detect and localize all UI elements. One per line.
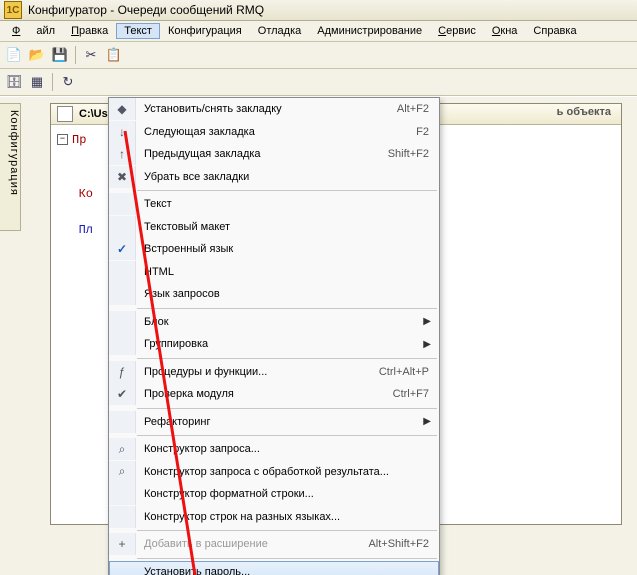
menu-item-set-bookmark[interactable]: ◆ Установить/снять закладкуAlt+F2 [109,98,439,121]
menu-text[interactable]: Текст [116,23,160,39]
menu-item-text-template[interactable]: Текстовый макет [109,216,439,239]
query-ctor-icon: ⌕ [109,438,136,460]
menu-item-set-password[interactable]: Установить пароль... [109,561,439,575]
menu-item-refactor[interactable]: Рефакторинг▶ [109,411,439,434]
menu-item-add-ext: +Добавить в расширениеAlt+Shift+F2 [109,533,439,556]
menu-help[interactable]: Справка [525,23,584,39]
toolbar-2: 🗄 ▦ ↻ [0,69,637,96]
menu-item-prev-bookmark[interactable]: ↑ Предыдущая закладкаShift+F2 [109,143,439,166]
clear-bookmarks-icon: ✖ [109,166,136,188]
menu-separator [137,408,437,409]
menu-item-lang-ctor[interactable]: Конструктор строк на разных языках... [109,506,439,529]
menu-separator [137,558,437,559]
menu-windows[interactable]: Окна [484,23,526,39]
check-icon [109,238,136,260]
menu-config[interactable]: Конфигурация [160,23,250,39]
grid-icon[interactable]: ▦ [26,71,48,93]
menu-item-query-ctor[interactable]: ⌕Конструктор запроса... [109,438,439,461]
menu-item-query-ctor-res[interactable]: ⌕Конструктор запроса с обработкой резуль… [109,461,439,484]
menu-item-query-lang[interactable]: Язык запросов [109,283,439,306]
window-title: Конфигуратор - Очереди сообщений RMQ [28,3,264,17]
menu-file[interactable]: Файл [4,23,63,39]
open-icon[interactable]: 📂 [26,44,48,66]
copy-icon[interactable]: 📋 [103,44,125,66]
menu-item-group[interactable]: Группировка▶ [109,333,439,356]
submenu-arrow-icon: ▶ [423,339,439,350]
check-module-icon: ✔ [109,383,136,405]
menu-item-text[interactable]: Текст [109,193,439,216]
save-icon[interactable]: 💾 [49,44,71,66]
menu-item-check-module[interactable]: ✔Проверка модуляCtrl+F7 [109,383,439,406]
menu-debug[interactable]: Отладка [250,23,309,39]
menu-separator [137,308,437,309]
bookmark-icon: ◆ [109,98,136,120]
query-ctor-res-icon: ⌕ [109,461,136,483]
menu-item-procs[interactable]: ƒПроцедуры и функции...Ctrl+Alt+P [109,361,439,384]
menu-separator [137,435,437,436]
procs-icon: ƒ [109,361,136,383]
menu-item-html[interactable]: HTML [109,261,439,284]
submenu-arrow-icon: ▶ [423,316,439,327]
menu-separator [137,358,437,359]
cut-icon[interactable]: ✂ [80,44,102,66]
menu-item-block[interactable]: Блок▶ [109,311,439,334]
side-tab-config[interactable]: Конфигурация [0,103,21,231]
doc-icon [57,106,73,122]
add-ext-icon: + [109,533,136,555]
menu-admin[interactable]: Администрирование [309,23,430,39]
menu-edit[interactable]: Правка [63,23,116,39]
db-icon[interactable]: 🗄 [3,71,25,93]
doc-path: C:\Us [79,108,108,120]
menu-item-next-bookmark[interactable]: ↓ Следующая закладкаF2 [109,121,439,144]
submenu-arrow-icon: ▶ [423,416,439,427]
text-menu-dropdown: ◆ Установить/снять закладкуAlt+F2 ↓ След… [108,97,440,575]
app-icon: 1C [4,1,22,19]
menu-item-clear-bookmarks[interactable]: ✖ Убрать все закладки [109,166,439,189]
menu-item-format-ctor[interactable]: Конструктор форматной строки... [109,483,439,506]
menu-separator [137,530,437,531]
menu-separator [137,190,437,191]
menu-item-builtin-lang[interactable]: Встроенный язык [109,238,439,261]
doc-right-title: ь объекта [557,106,611,118]
new-file-icon[interactable]: 📄 [3,44,25,66]
toolbar-1: 📄 📂 💾 ✂ 📋 [0,42,637,69]
next-bookmark-icon: ↓ [109,121,136,143]
menu-service[interactable]: Сервис [430,23,484,39]
window-titlebar: 1C Конфигуратор - Очереди сообщений RMQ [0,0,637,21]
refresh-icon[interactable]: ↻ [57,71,79,93]
prev-bookmark-icon: ↑ [109,143,136,165]
main-menubar[interactable]: Файл Правка Текст Конфигурация Отладка А… [0,21,637,42]
